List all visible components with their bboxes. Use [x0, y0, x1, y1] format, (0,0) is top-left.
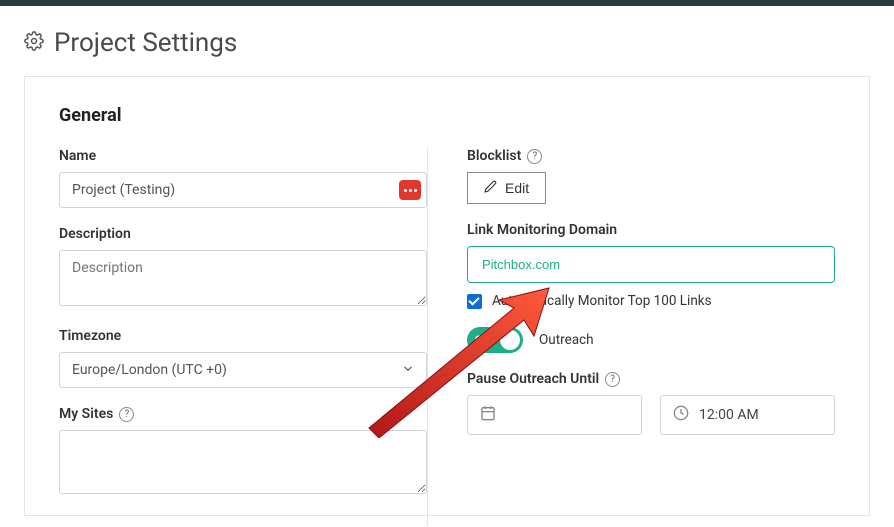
monitoring-field: Link Monitoring Domain Automatically Mon… — [467, 222, 835, 353]
mysites-field: My Sites ? — [59, 406, 427, 498]
help-icon[interactable]: ? — [605, 372, 620, 387]
left-column: Name Description Timezone Europe/London … — [59, 148, 427, 516]
mysites-input[interactable] — [59, 430, 427, 494]
columns: Name Description Timezone Europe/London … — [59, 148, 835, 516]
auto-monitor-row: Automatically Monitor Top 100 Links — [467, 293, 835, 309]
right-column: Blocklist ? Edit Link Monitoring Domain … — [467, 148, 835, 516]
help-icon[interactable]: ? — [527, 149, 542, 164]
outreach-toggle[interactable]: ON — [467, 327, 523, 353]
outreach-label: Outreach — [539, 332, 594, 348]
name-field: Name — [59, 148, 427, 208]
timezone-field: Timezone Europe/London (UTC +0) — [59, 328, 427, 388]
description-input[interactable] — [59, 250, 427, 306]
toggle-on-label: ON — [475, 335, 489, 346]
page-header: Project Settings — [0, 6, 894, 76]
pencil-icon — [484, 180, 497, 196]
gear-icon — [24, 31, 44, 55]
help-icon[interactable]: ? — [119, 407, 134, 422]
column-divider — [427, 148, 428, 526]
clock-icon — [673, 405, 689, 425]
auto-monitor-label: Automatically Monitor Top 100 Links — [492, 293, 712, 309]
pause-datetime-row: 12:00 AM — [467, 395, 835, 435]
mysites-label-text: My Sites — [59, 406, 113, 422]
monitoring-label: Link Monitoring Domain — [467, 222, 835, 238]
edit-blocklist-button[interactable]: Edit — [467, 172, 546, 204]
timezone-select-wrap: Europe/London (UTC +0) — [59, 352, 427, 388]
pause-time-value: 12:00 AM — [699, 407, 759, 423]
name-input-wrap — [59, 172, 427, 208]
name-label: Name — [59, 148, 427, 164]
blocklist-label: Blocklist ? — [467, 148, 835, 164]
pause-field: Pause Outreach Until ? 12:00 AM — [467, 371, 835, 435]
section-title: General — [59, 105, 835, 126]
password-manager-icon[interactable] — [399, 180, 421, 200]
description-field: Description — [59, 226, 427, 310]
pause-label-text: Pause Outreach Until — [467, 371, 599, 387]
pause-date-input[interactable] — [467, 395, 642, 435]
blocklist-label-text: Blocklist — [467, 148, 521, 164]
timezone-select[interactable]: Europe/London (UTC +0) — [59, 352, 427, 388]
calendar-icon — [480, 405, 496, 425]
mysites-label: My Sites ? — [59, 406, 427, 422]
description-label: Description — [59, 226, 427, 242]
monitoring-domain-input[interactable] — [467, 246, 835, 283]
outreach-toggle-row: ON Outreach — [467, 327, 835, 353]
pause-time-input[interactable]: 12:00 AM — [660, 395, 835, 435]
pause-label: Pause Outreach Until ? — [467, 371, 835, 387]
timezone-label: Timezone — [59, 328, 427, 344]
name-input[interactable] — [59, 172, 427, 208]
auto-monitor-checkbox[interactable] — [467, 294, 482, 309]
settings-card: General Name Description Timezone — [24, 76, 870, 516]
page-title: Project Settings — [54, 28, 237, 58]
edit-button-label: Edit — [505, 180, 529, 196]
blocklist-field: Blocklist ? Edit — [467, 148, 835, 204]
